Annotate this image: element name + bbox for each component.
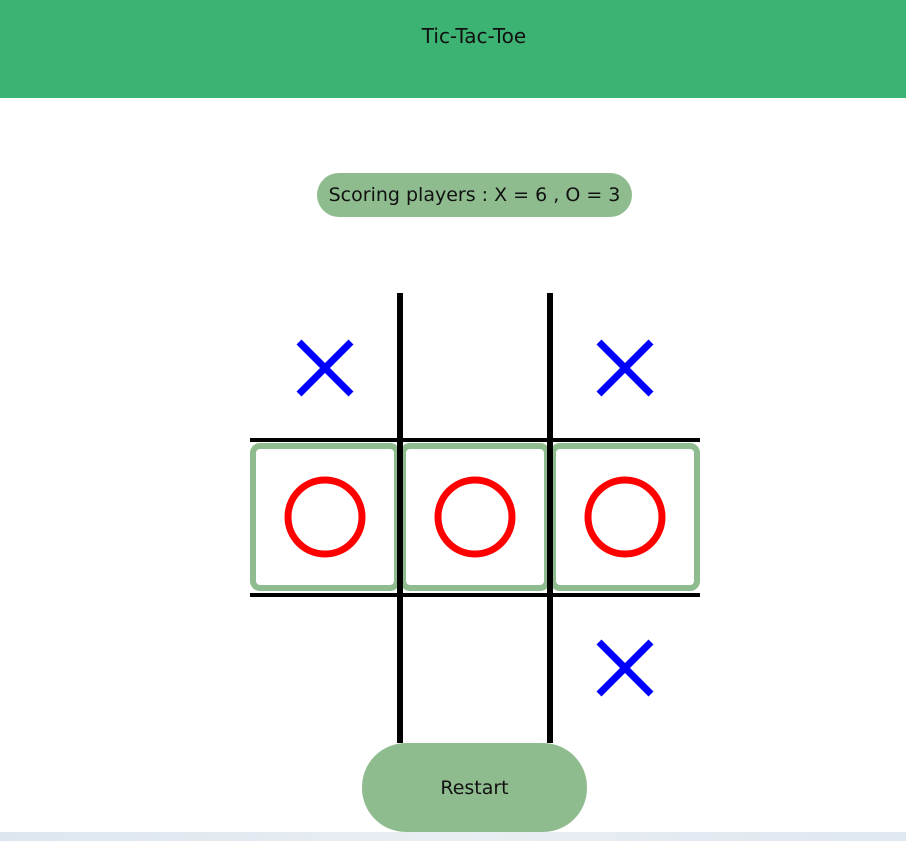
- grid-line-horizontal-bottom: [250, 593, 700, 597]
- board-cell-1[interactable]: [400, 293, 550, 443]
- score-badge: Scoring players : X = 6 , O = 3: [317, 173, 632, 217]
- o-mark-icon: [284, 476, 366, 558]
- board-cell-8[interactable]: [550, 593, 700, 743]
- x-mark-icon: [296, 339, 354, 397]
- o-mark-icon: [584, 476, 666, 558]
- board-cell-0[interactable]: [250, 293, 400, 443]
- x-mark-icon: [596, 639, 654, 697]
- window-bottom-edge: [0, 832, 906, 841]
- grid-line-vertical-right: [547, 293, 553, 743]
- page-title: Tic-Tac-Toe: [421, 24, 527, 48]
- o-mark-icon: [434, 476, 516, 558]
- board-cell-2[interactable]: [550, 293, 700, 443]
- game-board: [250, 293, 700, 743]
- x-mark-icon: [596, 339, 654, 397]
- board-cell-4[interactable]: [400, 443, 550, 591]
- restart-button[interactable]: Restart: [362, 743, 587, 832]
- board-cell-3[interactable]: [250, 443, 400, 591]
- board-cell-5[interactable]: [550, 443, 700, 591]
- grid-line-horizontal-top: [250, 438, 700, 442]
- grid-line-vertical-left: [397, 293, 403, 743]
- board-cell-6[interactable]: [250, 593, 400, 743]
- app-header: Tic-Tac-Toe: [0, 0, 906, 98]
- board-cell-7[interactable]: [400, 593, 550, 743]
